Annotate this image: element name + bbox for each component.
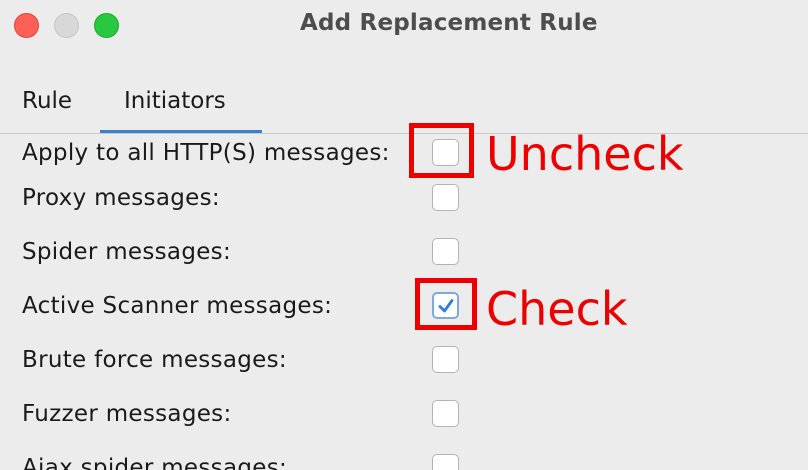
row-active-scanner: Active Scanner messages: (0, 290, 808, 330)
check-annotation: Check (486, 282, 628, 336)
spider-messages-checkbox[interactable] (432, 238, 459, 265)
zoom-window-button[interactable] (94, 13, 119, 38)
ajax-spider-messages-checkbox[interactable] (432, 454, 459, 470)
check-highlight-box (415, 278, 477, 330)
ajax-spider-messages-label: Ajax spider messages: (22, 455, 288, 470)
title-bar: Add Replacement Rule (0, 0, 808, 52)
fuzzer-messages-label: Fuzzer messages: (22, 401, 232, 427)
uncheck-annotation: Uncheck (486, 127, 684, 181)
fuzzer-messages-checkbox[interactable] (432, 400, 459, 427)
tab-divider (0, 133, 808, 134)
row-ajax-spider: Ajax spider messages: (0, 452, 808, 470)
tab-bar: Rule Initiators (0, 80, 808, 135)
spider-messages-label: Spider messages: (22, 239, 232, 265)
active-scanner-messages-label: Active Scanner messages: (22, 293, 333, 319)
proxy-messages-label: Proxy messages: (22, 185, 220, 211)
brute-force-messages-label: Brute force messages: (22, 347, 287, 373)
tab-initiators[interactable]: Initiators (124, 88, 226, 114)
minimize-window-button[interactable] (54, 13, 79, 38)
row-brute-force: Brute force messages: (0, 344, 808, 384)
uncheck-highlight-box (409, 123, 474, 178)
apply-to-all-label: Apply to all HTTP(S) messages: (22, 140, 390, 166)
window-title: Add Replacement Rule (300, 10, 598, 36)
brute-force-messages-checkbox[interactable] (432, 346, 459, 373)
row-proxy: Proxy messages: (0, 182, 808, 222)
proxy-messages-checkbox[interactable] (432, 184, 459, 211)
close-window-button[interactable] (14, 13, 39, 38)
row-fuzzer: Fuzzer messages: (0, 398, 808, 438)
row-spider: Spider messages: (0, 236, 808, 276)
tab-rule[interactable]: Rule (22, 88, 72, 114)
row-apply-to-all: Apply to all HTTP(S) messages: (0, 137, 808, 177)
add-replacement-rule-window: Add Replacement Rule Rule Initiators App… (0, 0, 808, 470)
